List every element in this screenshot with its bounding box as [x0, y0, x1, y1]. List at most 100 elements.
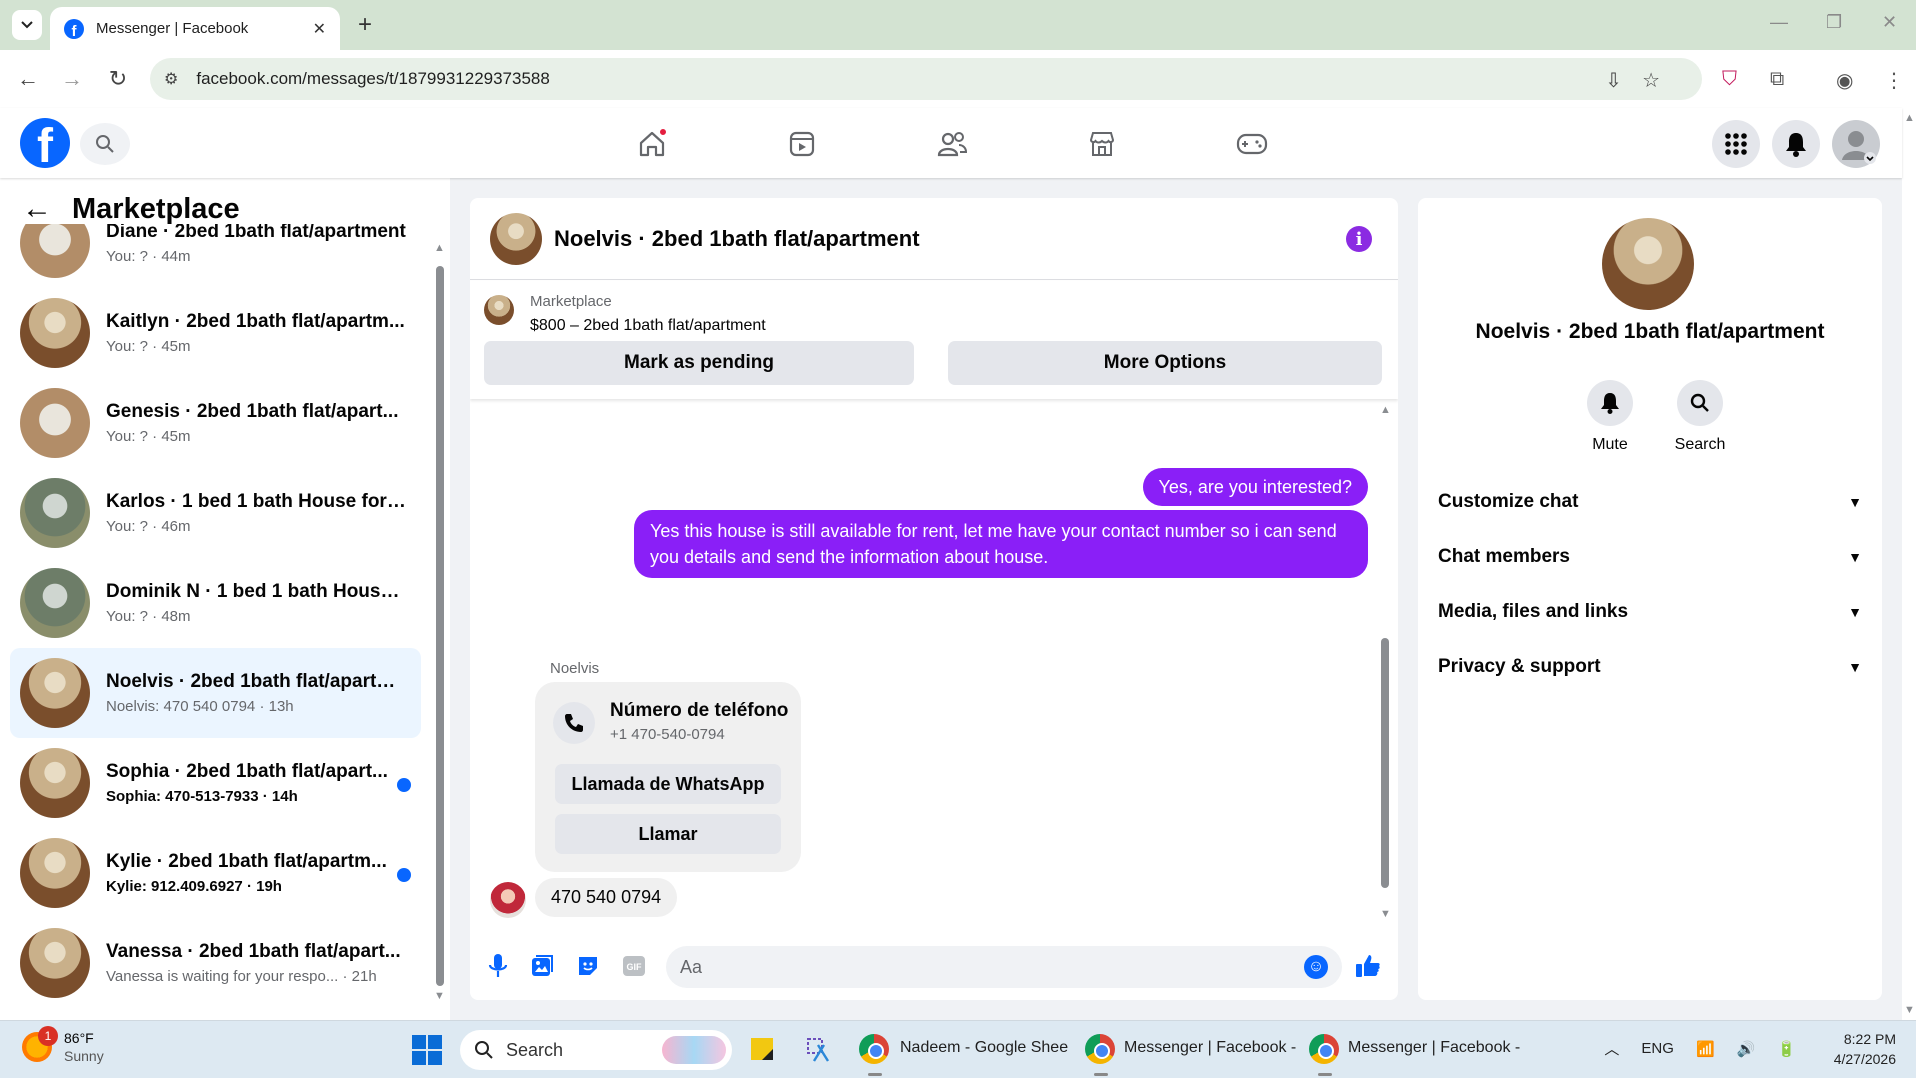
running-indicator [1094, 1073, 1108, 1076]
close-tab-icon[interactable]: ✕ [313, 19, 326, 39]
taskbar-app-label[interactable]: Messenger | Facebook - [1124, 1039, 1296, 1057]
browser-tab-active[interactable]: f Messenger | Facebook ✕ [50, 7, 340, 50]
close-window-icon[interactable]: ✕ [1882, 12, 1897, 33]
listing-thumbnail[interactable] [484, 295, 514, 325]
sidebar-scrollbar[interactable]: ▲ ▼ [434, 242, 445, 1002]
taskbar-app-label[interactable]: Messenger | Facebook - [1348, 1039, 1520, 1057]
conversation-item-kylie[interactable]: Kylie · 2bed 1bath flat/apartm... Kylie: … [10, 828, 421, 918]
chrome-sheets-icon[interactable] [856, 1031, 892, 1067]
nav-video[interactable] [782, 124, 822, 164]
facebook-header: f [0, 108, 1902, 178]
photo-icon[interactable] [528, 952, 556, 980]
chevron-down-icon: ▼ [1848, 604, 1862, 620]
profile-avatar[interactable] [1602, 218, 1694, 310]
show-hidden-icons-icon[interactable]: ︿ [1604, 1038, 1619, 1059]
conversation-item-karlos[interactable]: Karlos · 1 bed 1 bath House for r... You:… [10, 468, 421, 558]
reload-button[interactable]: ↻ [104, 66, 132, 92]
conversation-name: Kaitlyn · 2bed 1bath flat/apartm... [106, 311, 405, 332]
restore-window-icon[interactable]: ❐ [1826, 12, 1842, 33]
browser-menu-icon[interactable]: ⋮ [1884, 68, 1904, 93]
chevron-down-icon: ▼ [1848, 494, 1862, 510]
outgoing-message[interactable]: Yes this house is still available for re… [634, 510, 1368, 578]
outgoing-message[interactable]: Yes, are you interested? [1142, 468, 1368, 506]
scrollbar-thumb[interactable] [1381, 638, 1389, 888]
bookmark-star-icon[interactable]: ☆ [1642, 70, 1680, 92]
page-scrollbar[interactable]: ▲ ▼ [1902, 108, 1916, 1020]
chat-avatar[interactable] [490, 212, 542, 265]
taskbar-app-label[interactable]: Nadeem - Google Shee [900, 1039, 1068, 1057]
nav-friends[interactable] [932, 124, 972, 164]
like-thumbs-up-icon[interactable] [1354, 952, 1382, 980]
mute-button[interactable]: Mute [1570, 380, 1650, 454]
chrome-messenger-icon[interactable] [1082, 1031, 1118, 1067]
chrome-messenger-icon[interactable] [1306, 1031, 1342, 1067]
file-explorer-icon[interactable] [744, 1031, 780, 1067]
listing-title[interactable]: $800 – 2bed 1bath flat/apartment [530, 317, 766, 335]
gif-icon[interactable]: GIF [620, 952, 648, 980]
avatar [20, 388, 90, 458]
url-text[interactable]: facebook.com/messages/t/1879931229373588 [196, 69, 549, 89]
windows-start-icon[interactable] [412, 1035, 442, 1065]
search-conversation-button[interactable]: Search [1660, 380, 1740, 454]
scroll-up-icon[interactable]: ▲ [1380, 404, 1391, 416]
language-indicator[interactable]: ENG [1641, 1040, 1674, 1057]
scroll-down-icon[interactable]: ▼ [1380, 908, 1391, 920]
call-button[interactable]: Llamar [555, 814, 781, 854]
conversation-item-sophia[interactable]: Sophia · 2bed 1bath flat/apart... Sophia:… [10, 738, 421, 828]
customize-chat-section[interactable]: Customize chat ▼ [1438, 482, 1862, 522]
contact-title: Número de teléfono [610, 700, 789, 721]
chat-members-section[interactable]: Chat members ▼ [1438, 537, 1862, 577]
conversation-item-genesis[interactable]: Genesis · 2bed 1bath flat/apart... You: ?… [10, 378, 421, 468]
conversation-item-diane[interactable]: Diane · 2bed 1bath flat/apartment You: ? … [10, 224, 421, 288]
volume-icon[interactable]: 🔊 [1737, 1040, 1756, 1058]
back-button[interactable]: ← [14, 66, 42, 92]
microphone-icon[interactable] [484, 952, 512, 980]
site-info-icon[interactable]: ⚙ [164, 69, 178, 89]
wifi-icon[interactable]: 📶 [1696, 1040, 1715, 1058]
media-files-links-section[interactable]: Media, files and links ▼ [1438, 592, 1862, 632]
new-tab-button[interactable]: + [350, 10, 380, 40]
snipping-tool-icon[interactable] [800, 1031, 836, 1067]
nav-home[interactable] [632, 124, 672, 164]
weather-widget[interactable]: 1 86°F Sunny [22, 1026, 104, 1065]
info-icon[interactable]: i [1346, 226, 1372, 252]
nav-marketplace[interactable] [1082, 124, 1122, 164]
facebook-search-button[interactable] [80, 123, 130, 165]
scrollbar-thumb[interactable] [436, 266, 444, 986]
chat-title[interactable]: Noelvis · 2bed 1bath flat/apartment [554, 226, 920, 252]
whatsapp-call-button[interactable]: Llamada de WhatsApp [555, 764, 781, 804]
facebook-logo-icon[interactable]: f [20, 118, 70, 168]
clock[interactable]: 8:22 PM 4/27/2026 [1834, 1029, 1896, 1069]
account-avatar-button[interactable] [1832, 120, 1880, 168]
address-bar[interactable]: ⚙ facebook.com/messages/t/18799312293735… [150, 58, 1702, 100]
scroll-up-icon[interactable]: ▲ [1904, 112, 1915, 124]
profile-account-icon[interactable]: ◉ [1836, 68, 1853, 93]
menu-button[interactable] [1712, 120, 1760, 168]
minimize-window-icon[interactable]: — [1770, 12, 1788, 33]
conversation-item-vanessa[interactable]: Vanessa · 2bed 1bath flat/apart... Vaness… [10, 918, 421, 1008]
privacy-support-section[interactable]: Privacy & support ▼ [1438, 647, 1862, 687]
sticker-icon[interactable] [574, 952, 602, 980]
tab-search-dropdown-button[interactable] [12, 10, 42, 40]
incoming-message[interactable]: 470 540 0794 [535, 878, 678, 917]
message-input[interactable] [666, 946, 1342, 988]
scroll-down-icon[interactable]: ▼ [1904, 1004, 1915, 1016]
back-arrow-icon[interactable]: ← [22, 192, 52, 226]
extensions-puzzle-icon[interactable]: ⧉ [1770, 68, 1784, 91]
ublock-extension-icon[interactable]: ⛉ [1722, 68, 1737, 91]
taskbar-search[interactable]: Search [460, 1030, 732, 1070]
conversation-item-kaitlyn[interactable]: Kaitlyn · 2bed 1bath flat/apartm... You: … [10, 288, 421, 378]
conversation-item-dominik[interactable]: Dominik N · 1 bed 1 bath House ... You: ?… [10, 558, 421, 648]
chat-scrollbar[interactable]: ▲ ▼ [1378, 404, 1392, 924]
battery-icon[interactable]: 🔋 [1777, 1040, 1796, 1058]
nav-gaming[interactable] [1232, 124, 1272, 164]
scroll-down-icon[interactable]: ▼ [434, 990, 445, 1002]
scroll-up-icon[interactable]: ▲ [434, 242, 445, 254]
mark-as-pending-button[interactable]: Mark as pending [484, 341, 914, 385]
more-options-button[interactable]: More Options [948, 341, 1382, 385]
conversation-item-noelvis[interactable]: Noelvis · 2bed 1bath flat/apartm... Noelv… [10, 648, 421, 738]
emoji-icon[interactable]: ☺ [1304, 955, 1328, 979]
install-app-icon[interactable]: ⇩ [1605, 70, 1642, 92]
notifications-button[interactable] [1772, 120, 1820, 168]
forward-button[interactable]: → [58, 66, 86, 92]
